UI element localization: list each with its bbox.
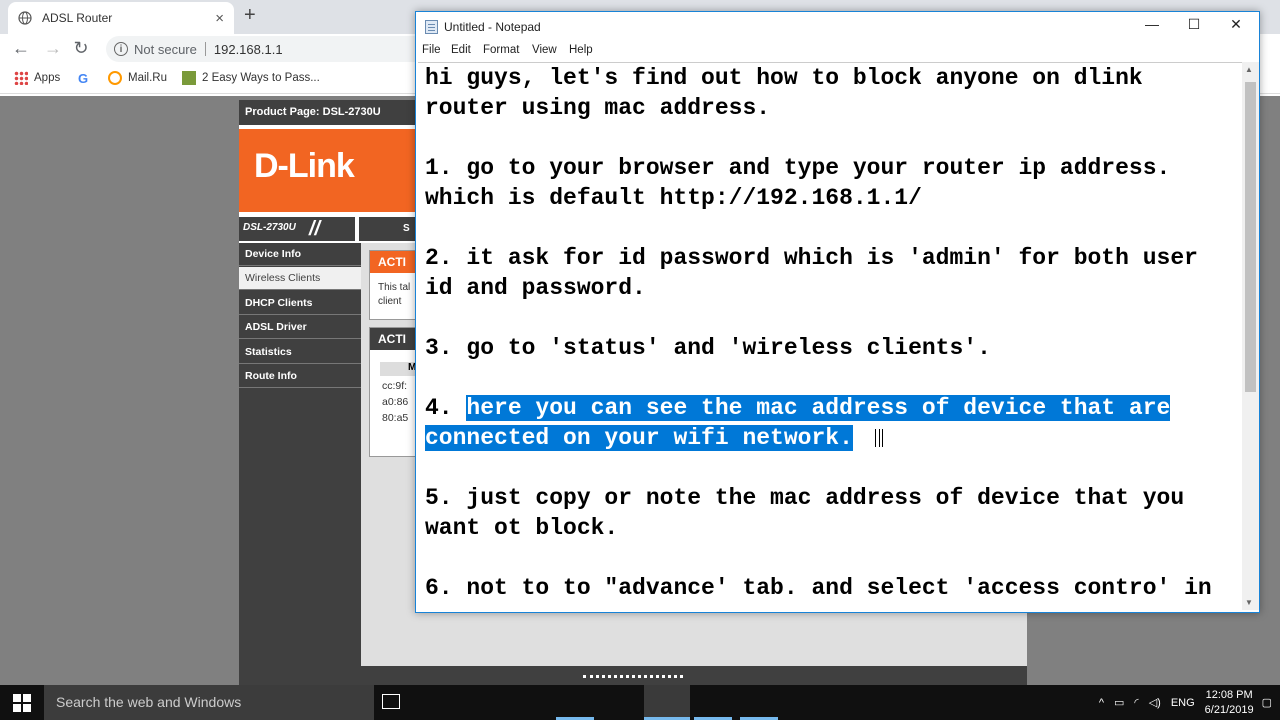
- vertical-scrollbar[interactable]: ▲ ▼: [1242, 62, 1259, 610]
- info-icon[interactable]: i: [114, 42, 128, 56]
- maximize-button[interactable]: ☐: [1174, 16, 1214, 38]
- url-text: 192.168.1.1: [213, 41, 283, 57]
- text-line: 1. go to your browser and type your rout…: [425, 155, 1171, 181]
- text-line: 2. it ask for id password which is 'admi…: [425, 245, 1198, 271]
- text-line: 6. not to to "advance' tab. and select '…: [425, 575, 1212, 601]
- notepad-titlebar[interactable]: Untitled - Notepad — ☐ ✕: [416, 12, 1259, 42]
- bookmark-label: Mail.Ru: [128, 72, 167, 84]
- text-line: 3. go to 'status' and 'wireless clients'…: [425, 335, 991, 361]
- tab-close-icon[interactable]: ×: [215, 10, 224, 27]
- model-label: DSL-2730U //: [239, 217, 355, 241]
- taskbar: Search the web and Windows ^ ▭ ◜ ◁) ENG …: [0, 685, 1280, 720]
- text-line: router using mac address.: [425, 95, 771, 121]
- system-tray: ^ ▭ ◜ ◁) ENG 12:08 PM 6/21/2019 ▢: [1099, 685, 1280, 720]
- text-line: 4. here you can see the mac address of d…: [425, 393, 1240, 423]
- text-line: connected on your wifi network.: [425, 423, 1240, 453]
- selected-text: here you can see the mac address of devi…: [466, 395, 1171, 421]
- scroll-thumb[interactable]: [1245, 82, 1256, 392]
- address-separator: [204, 42, 206, 56]
- text-line: id and password.: [425, 275, 646, 301]
- task-view-icon[interactable]: [382, 694, 400, 709]
- minimize-button[interactable]: —: [1132, 16, 1172, 38]
- text-line: 5. just copy or note the mac address of …: [425, 485, 1185, 511]
- dlink-logo: D-Link: [254, 147, 355, 185]
- selected-text: connected on your wifi network.: [425, 425, 853, 451]
- apps-grid-icon: [14, 71, 28, 85]
- text-line: want ot block.: [425, 515, 619, 541]
- clock-date: 6/21/2019: [1204, 703, 1254, 716]
- text-line: ​: [425, 123, 1240, 153]
- security-label: Not secure: [134, 41, 197, 57]
- menu-view[interactable]: View: [532, 44, 557, 56]
- text-line: which is default http://192.168.1.1/: [425, 185, 922, 211]
- notepad-text: hi guys, let's find out how to block any…: [425, 63, 1240, 603]
- menu-format[interactable]: Format: [483, 44, 519, 56]
- notifications-icon[interactable]: ▢: [1262, 696, 1272, 709]
- step-number: 4.: [425, 395, 467, 421]
- menu-help[interactable]: Help: [569, 44, 593, 56]
- tab-title: ADSL Router: [42, 11, 113, 25]
- tab-adsl-router[interactable]: ADSL Router ×: [8, 2, 234, 34]
- mailru-icon: [108, 71, 122, 85]
- windows-start-icon[interactable]: [13, 694, 31, 712]
- battery-icon[interactable]: ▭: [1114, 696, 1124, 709]
- bookmark-label: Apps: [34, 72, 61, 84]
- google-icon: G: [78, 71, 89, 86]
- menu-dhcp-clients[interactable]: DHCP Clients: [239, 291, 361, 315]
- menu-device-info[interactable]: Device Info: [239, 243, 361, 266]
- taskbar-app-chrome[interactable]: [644, 685, 690, 720]
- footer-dots: [583, 675, 683, 679]
- notepad-title: Untitled - Notepad: [444, 20, 541, 34]
- taskbar-search[interactable]: Search the web and Windows: [44, 685, 374, 720]
- new-tab-button[interactable]: +: [244, 4, 256, 27]
- language-indicator[interactable]: ENG: [1171, 697, 1195, 709]
- menu-adsl-driver[interactable]: ADSL Driver: [239, 316, 361, 340]
- menu-statistics[interactable]: Statistics: [239, 340, 361, 364]
- tray-expand-icon[interactable]: ^: [1099, 697, 1104, 709]
- menu-route-info[interactable]: Route Info: [239, 364, 361, 388]
- notepad-window: Untitled - Notepad — ☐ ✕ File Edit Forma…: [415, 11, 1260, 613]
- notepad-icon: [425, 20, 438, 34]
- router-left-menu: Device Info Wireless Clients DHCP Client…: [239, 243, 361, 666]
- close-button[interactable]: ✕: [1216, 16, 1256, 38]
- bookmark-favicon: [182, 71, 196, 85]
- bookmark-apps[interactable]: Apps: [14, 71, 60, 85]
- text-line: ​: [425, 363, 1240, 393]
- notepad-text-area[interactable]: hi guys, let's find out how to block any…: [418, 62, 1244, 610]
- text-line: ​: [425, 543, 1240, 573]
- back-button[interactable]: ←: [10, 38, 32, 59]
- text-line: ​: [425, 453, 1240, 483]
- model-text: DSL-2730U: [243, 222, 296, 233]
- scroll-down-icon[interactable]: ▼: [1245, 598, 1253, 607]
- volume-icon[interactable]: ◁): [1149, 696, 1161, 709]
- menu-wireless-clients[interactable]: Wireless Clients: [239, 267, 361, 291]
- forward-button[interactable]: →: [42, 38, 64, 59]
- menu-edit[interactable]: Edit: [451, 44, 471, 56]
- slash-decoration: //: [309, 218, 321, 240]
- bookmark-label: 2 Easy Ways to Pass...: [202, 72, 320, 84]
- wifi-icon[interactable]: ◜: [1134, 696, 1138, 709]
- bookmark-easy-ways[interactable]: 2 Easy Ways to Pass...: [182, 71, 320, 85]
- text-line: ​: [425, 213, 1240, 243]
- address-bar[interactable]: i Not secure 192.168.1.1: [106, 36, 426, 62]
- bookmark-google[interactable]: G: [78, 71, 88, 86]
- text-line: ​: [425, 303, 1240, 333]
- text-line: hi guys, let's find out how to block any…: [425, 65, 1143, 91]
- reload-button[interactable]: ↻: [70, 38, 92, 59]
- menu-file[interactable]: File: [422, 44, 441, 56]
- clock[interactable]: 12:08 PM 6/21/2019: [1205, 688, 1254, 718]
- bookmark-mailru[interactable]: Mail.Ru: [108, 71, 167, 85]
- notepad-menubar: File Edit Format View Help: [416, 42, 1259, 62]
- router-footer: [239, 666, 1027, 685]
- ibeam-cursor-icon: [875, 429, 883, 447]
- scroll-up-icon[interactable]: ▲: [1245, 65, 1253, 74]
- globe-icon: [18, 11, 32, 25]
- clock-time: 12:08 PM: [1205, 688, 1253, 701]
